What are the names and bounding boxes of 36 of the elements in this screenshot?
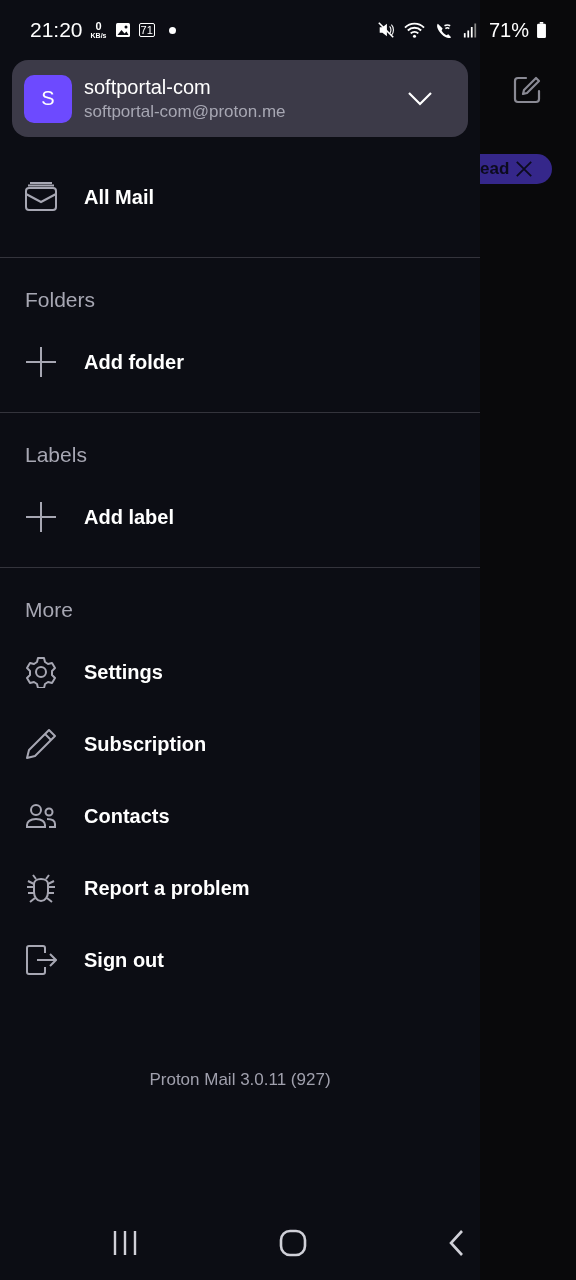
mute-icon [376, 21, 395, 39]
back-icon[interactable] [448, 1229, 464, 1257]
app-version: Proton Mail 3.0.11 (927) [148, 1070, 332, 1090]
wifi-icon [402, 20, 426, 40]
plus-icon [25, 501, 57, 533]
battery-level: 71% [488, 18, 529, 42]
home-icon[interactable] [279, 1229, 307, 1257]
menu-item[interactable]: Contacts [0, 780, 480, 852]
status-time: 21:20 [30, 18, 83, 42]
menu-item[interactable]: All Mail [0, 161, 480, 233]
menu-item[interactable]: Sign out [0, 924, 480, 996]
account-email: softportal-com@proton.me [84, 101, 287, 122]
menu-item[interactable]: Subscription [0, 708, 480, 780]
chevron-icon[interactable] [408, 91, 432, 106]
menu-item[interactable]: Add folder [0, 326, 480, 398]
recent-apps-icon[interactable] [112, 1230, 138, 1256]
settings-icon [25, 656, 57, 688]
menu-item[interactable]: Settings [0, 636, 480, 708]
bug-icon [25, 872, 57, 904]
inbox-icon [25, 182, 57, 212]
battery-icon [537, 22, 546, 38]
menu-item[interactable]: Report a problem [0, 852, 480, 924]
section-header: Folders [24, 287, 97, 313]
compose-icon[interactable] [512, 75, 542, 105]
account-avatar: S [24, 74, 72, 123]
account-switcher[interactable]: S softportal-com softportal-com@proton.me [12, 60, 468, 137]
section-header: Labels [24, 442, 88, 468]
menu-item[interactable]: Add label [0, 481, 480, 553]
contacts-icon [25, 803, 57, 829]
plus-icon [25, 346, 57, 378]
sign-out-icon [25, 944, 57, 976]
net-speed: 0 [95, 21, 102, 32]
pencil-icon [25, 728, 57, 760]
account-name: softportal-com [84, 75, 212, 99]
signal-icon [462, 21, 477, 39]
section-header: More [24, 597, 74, 623]
